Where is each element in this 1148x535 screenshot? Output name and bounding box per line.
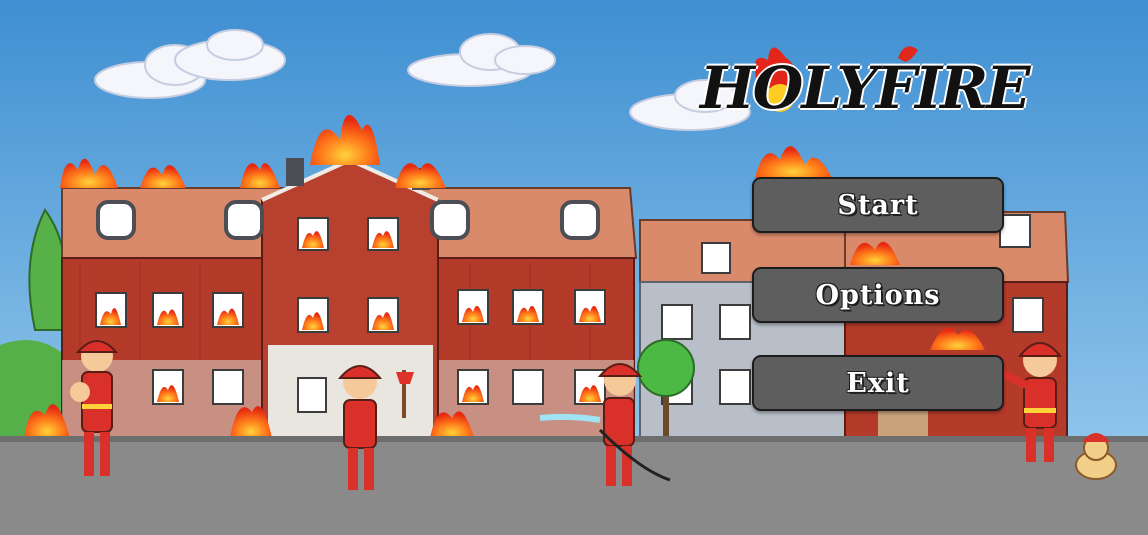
game-logo: HOLYFIRE bbox=[700, 54, 1031, 122]
options-button[interactable]: Options bbox=[752, 267, 1004, 323]
curb bbox=[0, 436, 1148, 442]
building-left bbox=[61, 157, 638, 439]
road bbox=[0, 438, 1148, 535]
start-button[interactable]: Start bbox=[752, 177, 1004, 233]
exit-button[interactable]: Exit bbox=[752, 355, 1004, 411]
